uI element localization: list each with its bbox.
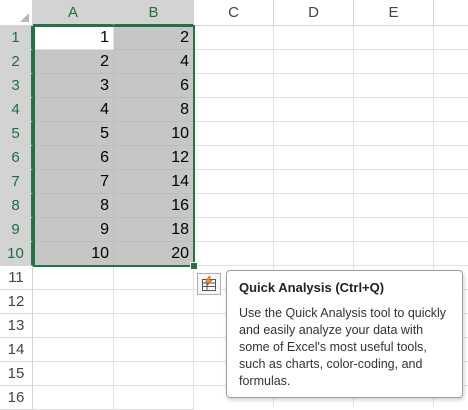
cell-b16[interactable] bbox=[114, 386, 194, 410]
row-header-9[interactable]: 9 bbox=[0, 218, 33, 242]
cell-b3[interactable]: 6 bbox=[114, 74, 194, 98]
cell-b4[interactable]: 8 bbox=[114, 98, 194, 122]
row-header-4[interactable]: 4 bbox=[0, 98, 33, 122]
quick-analysis-icon bbox=[202, 276, 216, 291]
row-header-11[interactable]: 11 bbox=[0, 266, 33, 290]
cell-b8[interactable]: 16 bbox=[114, 194, 194, 218]
cell-a13[interactable] bbox=[33, 314, 114, 338]
cell-a9[interactable]: 9 bbox=[33, 218, 114, 242]
quick-analysis-tooltip: Quick Analysis (Ctrl+Q) Use the Quick An… bbox=[226, 270, 463, 398]
row-header-16[interactable]: 16 bbox=[0, 386, 33, 410]
column-header-a[interactable]: A bbox=[33, 0, 114, 26]
cell-a7[interactable]: 7 bbox=[33, 170, 114, 194]
tooltip-body: Use the Quick Analysis tool to quickly a… bbox=[239, 306, 447, 388]
cell-b14[interactable] bbox=[114, 338, 194, 362]
row-header-10[interactable]: 10 bbox=[0, 242, 33, 266]
cell-b10[interactable]: 20 bbox=[114, 242, 194, 266]
fill-handle[interactable] bbox=[190, 262, 198, 270]
cell-b1[interactable]: 2 bbox=[114, 26, 194, 50]
cell-b11[interactable] bbox=[114, 266, 194, 290]
cell-b2[interactable]: 4 bbox=[114, 50, 194, 74]
row-header-5[interactable]: 5 bbox=[0, 122, 33, 146]
column-header-f[interactable] bbox=[434, 0, 468, 26]
cell-b5[interactable]: 10 bbox=[114, 122, 194, 146]
row-header-7[interactable]: 7 bbox=[0, 170, 33, 194]
cell-a5[interactable]: 5 bbox=[33, 122, 114, 146]
cell-a2[interactable]: 2 bbox=[33, 50, 114, 74]
column-c-cells[interactable] bbox=[194, 26, 274, 266]
column-header-c[interactable]: C bbox=[194, 0, 274, 26]
row-header-14[interactable]: 14 bbox=[0, 338, 33, 362]
cell-a14[interactable] bbox=[33, 338, 114, 362]
cell-a6[interactable]: 6 bbox=[33, 146, 114, 170]
cell-a1[interactable]: 1 bbox=[33, 26, 114, 50]
cell-b13[interactable] bbox=[114, 314, 194, 338]
cell-a11[interactable] bbox=[33, 266, 114, 290]
row-header-8[interactable]: 8 bbox=[0, 194, 33, 218]
cell-b9[interactable]: 18 bbox=[114, 218, 194, 242]
cell-a4[interactable]: 4 bbox=[33, 98, 114, 122]
spreadsheet-grid: A B C D E 1 2 3 4 5 6 7 8 9 10 11 12 13 … bbox=[0, 0, 468, 410]
quick-analysis-button[interactable] bbox=[197, 273, 221, 295]
select-all-button[interactable] bbox=[0, 0, 33, 26]
select-all-triangle-icon bbox=[20, 13, 29, 22]
row-header-3[interactable]: 3 bbox=[0, 74, 33, 98]
column-header-e[interactable]: E bbox=[354, 0, 434, 26]
cell-a3[interactable]: 3 bbox=[33, 74, 114, 98]
tooltip-title: Quick Analysis (Ctrl+Q) bbox=[239, 280, 385, 295]
row-header-12[interactable]: 12 bbox=[0, 290, 33, 314]
cell-b15[interactable] bbox=[114, 362, 194, 386]
row-header-15[interactable]: 15 bbox=[0, 362, 33, 386]
cell-a10[interactable]: 10 bbox=[33, 242, 114, 266]
cell-a16[interactable] bbox=[33, 386, 114, 410]
row-header-1[interactable]: 1 bbox=[0, 26, 33, 50]
column-header-d[interactable]: D bbox=[274, 0, 354, 26]
row-header-13[interactable]: 13 bbox=[0, 314, 33, 338]
row-header-2[interactable]: 2 bbox=[0, 50, 33, 74]
column-header-b[interactable]: B bbox=[114, 0, 194, 26]
cell-b6[interactable]: 12 bbox=[114, 146, 194, 170]
cell-a8[interactable]: 8 bbox=[33, 194, 114, 218]
row-header-6[interactable]: 6 bbox=[0, 146, 33, 170]
cell-a15[interactable] bbox=[33, 362, 114, 386]
cell-a12[interactable] bbox=[33, 290, 114, 314]
cell-b12[interactable] bbox=[114, 290, 194, 314]
cell-b7[interactable]: 14 bbox=[114, 170, 194, 194]
